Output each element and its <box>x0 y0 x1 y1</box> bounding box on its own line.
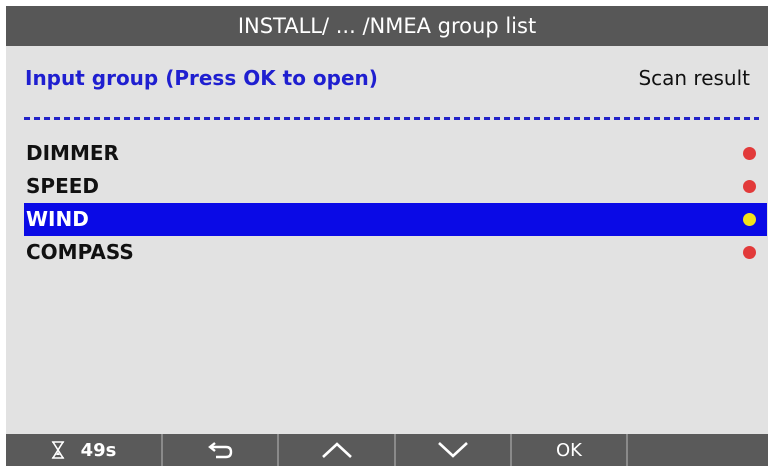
hourglass-icon <box>51 441 65 459</box>
window-title: INSTALL/ ... /NMEA group list <box>6 6 768 46</box>
chevron-up-icon <box>320 441 354 459</box>
list-item-label: DIMMER <box>26 141 119 165</box>
list-item-speed[interactable]: SPEED <box>24 170 774 203</box>
list-item-wind[interactable]: WIND <box>24 203 767 236</box>
input-group-header: Input group (Press OK to open) <box>25 66 378 90</box>
ok-label: OK <box>556 439 582 461</box>
empty-softkey[interactable] <box>628 434 768 466</box>
scan-result-header: Scan result <box>638 66 750 90</box>
scan-status-dot <box>743 180 756 193</box>
list-item-label: COMPASS <box>26 240 134 264</box>
list-item-dimmer[interactable]: DIMMER <box>24 137 774 170</box>
back-arrow-icon <box>206 441 234 459</box>
up-softkey[interactable] <box>279 434 396 466</box>
scan-status-dot <box>743 246 756 259</box>
list-item-label: SPEED <box>26 174 99 198</box>
ok-softkey[interactable]: OK <box>512 434 628 466</box>
list-item-label: WIND <box>26 207 89 231</box>
scan-status-dot <box>743 147 756 160</box>
timer-softkey[interactable]: 49s <box>6 434 163 466</box>
timer-value: 49s <box>80 439 117 461</box>
nmea-group-list: DIMMER SPEED WIND COMPASS <box>6 137 768 269</box>
device-screen: INSTALL/ ... /NMEA group list Input grou… <box>6 6 768 466</box>
softkey-toolbar: 49s OK <box>6 434 768 466</box>
list-item-compass[interactable]: COMPASS <box>24 236 774 269</box>
back-softkey[interactable] <box>163 434 279 466</box>
scan-status-dot <box>743 213 756 226</box>
down-softkey[interactable] <box>396 434 512 466</box>
dashed-divider <box>24 117 759 120</box>
chevron-down-icon <box>436 441 470 459</box>
